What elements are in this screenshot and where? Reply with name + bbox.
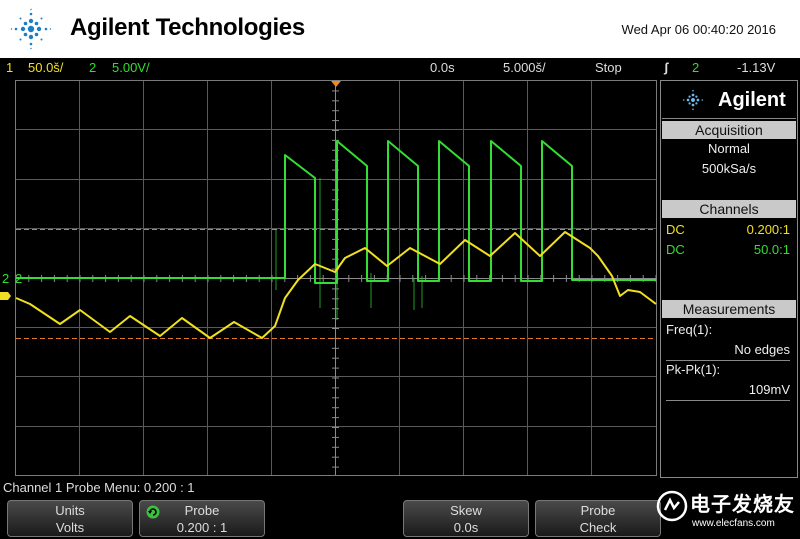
meas-pkpk-name: Pk-Pk(1): [666, 362, 721, 377]
datetime: Wed Apr 06 00:40:20 2016 [621, 22, 776, 37]
meas-freq-value-row: No edges [666, 341, 790, 359]
meas-pkpk-value: 109mV [748, 382, 790, 397]
softkey-skew-label: Skew [450, 503, 482, 518]
meas-divider-2 [666, 400, 790, 401]
measurements-section: Freq(1): No edges Pk-Pk(1): 109mV [662, 319, 796, 409]
meas-freq-name: Freq(1): [666, 322, 713, 337]
meas-freq-name-row: Freq(1): [666, 321, 790, 339]
softkey-units[interactable]: Units Volts [7, 500, 133, 537]
softkey-units-value: Volts [55, 520, 85, 535]
brand-title: Agilent Technologies [70, 14, 305, 41]
measurements-title: Measurements [662, 300, 796, 318]
acquisition-section: Normal 500kSa/s [662, 139, 796, 195]
meas-pkpk-name-row: Pk-Pk(1): [666, 361, 790, 379]
menu-title: Channel 1 Probe Menu: 0.200 : 1 [3, 480, 195, 495]
softkey-probe-label: Probe [184, 503, 220, 518]
panel-brand-label: Agilent [718, 89, 786, 111]
softkey-skew[interactable]: Skew 0.0s [403, 500, 529, 537]
run-state: Stop [595, 60, 622, 75]
timebase[interactable]: 5.000š/ [503, 60, 546, 75]
acquisition-title: Acquisition [662, 121, 796, 139]
channels-title: Channels [662, 200, 796, 218]
trigger-channel: 2 [692, 60, 700, 75]
acquisition-mode: Normal [708, 141, 750, 156]
panel-brand: Agilent [662, 82, 796, 119]
softkey-probe-check-label: Probe [580, 503, 616, 518]
watermark-logo-icon [656, 490, 688, 522]
waveform-display[interactable]: 2 2 [0, 78, 660, 478]
meas-freq-value: No edges [734, 342, 790, 357]
svg-text:2: 2 [2, 271, 9, 286]
agilent-spark-icon [682, 89, 704, 111]
meas-pkpk-value-row: 109mV [666, 381, 790, 399]
watermark-url: www.elecfans.com [692, 518, 775, 529]
softkey-probe-ratio[interactable]: Probe 0.200 : 1 [139, 500, 265, 537]
ch2-ground-marker[interactable]: 2 2 [2, 271, 22, 286]
trigger-level[interactable]: -1.13V [737, 60, 775, 75]
ch1-scale[interactable]: 50.0š/ [28, 60, 63, 75]
trigger-edge-icon: ʃ [664, 60, 669, 75]
channels-section: DC 0.200:1 DC 50.0:1 [662, 219, 796, 263]
softkey-probe-check[interactable]: Probe Check [535, 500, 661, 537]
side-panel: Agilent Acquisition Normal 500kSa/s Chan… [660, 80, 798, 478]
channel-row-2: DC 50.0:1 [666, 241, 790, 259]
ch2-number[interactable]: 2 [89, 60, 96, 75]
ch1-ground-marker[interactable] [0, 292, 11, 300]
svg-text:2: 2 [15, 271, 22, 286]
time-offset[interactable]: 0.0s [430, 60, 455, 75]
softkey-skew-value: 0.0s [453, 520, 479, 535]
softkey-probe-check-value: Check [579, 520, 617, 535]
ch1-number[interactable]: 1 [6, 60, 13, 75]
sample-rate: 500kSa/s [701, 161, 757, 176]
softkey-units-label: Units [55, 503, 85, 518]
watermark: 电子发烧友 www.elecfans.com [654, 484, 800, 536]
softkey-probe-value: 0.200 : 1 [176, 520, 228, 535]
ch1-coupling: DC [666, 222, 685, 237]
ch1-probe-ratio: 0.200:1 [746, 222, 790, 237]
status-bar: 1 50.0š/ 2 5.00V/ 0.0s 5.000š/ Stop ʃ 2 … [0, 58, 800, 78]
watermark-cn-text: 电子发烧友 [690, 494, 795, 516]
ch2-scale[interactable]: 5.00V/ [112, 60, 150, 75]
agilent-spark-logo-icon [10, 8, 52, 50]
ch2-coupling: DC [666, 242, 685, 257]
channel-row-1: DC 0.200:1 [666, 221, 790, 239]
ch2-probe-ratio: 50.0:1 [753, 242, 790, 257]
header-bar: Agilent Technologies Wed Apr 06 00:40:20… [0, 0, 800, 58]
